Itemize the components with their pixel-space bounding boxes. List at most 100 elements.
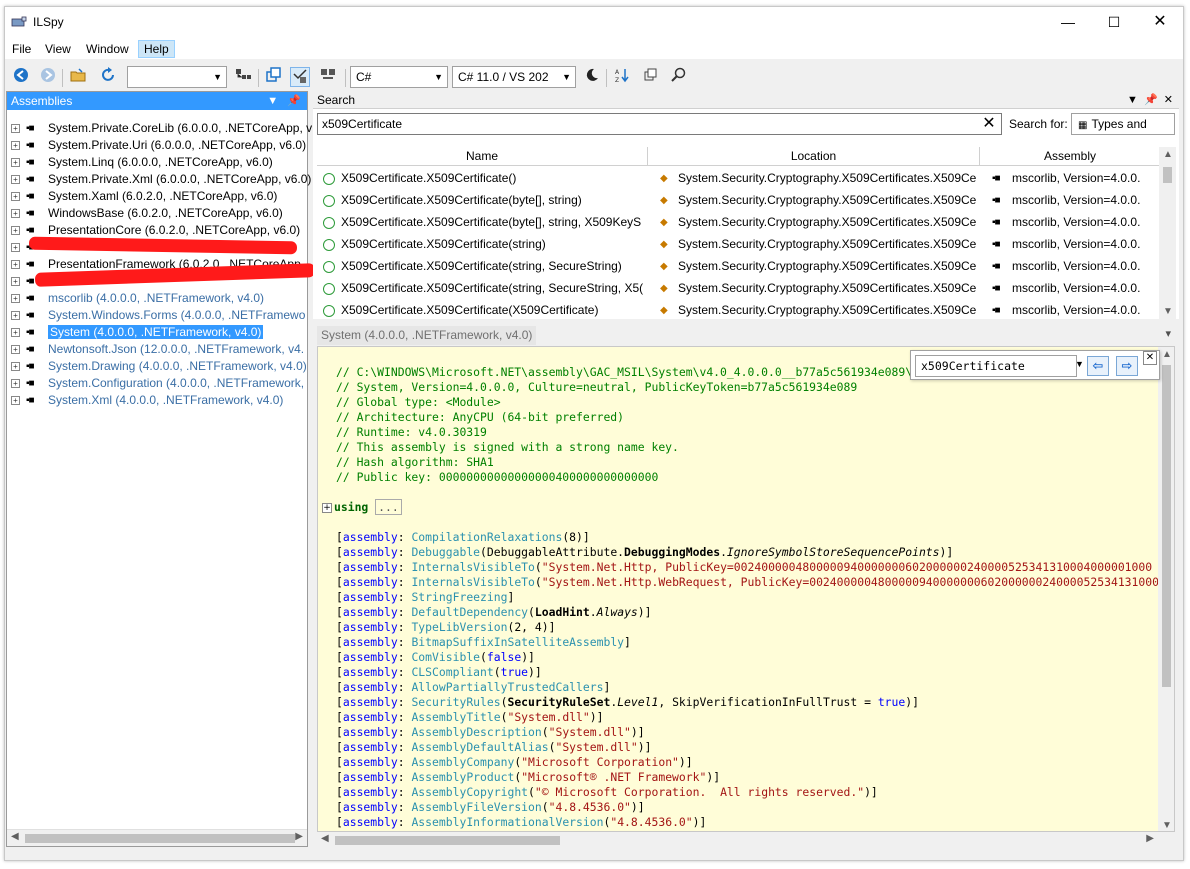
expand-icon[interactable]: + [11,226,20,236]
menu-view[interactable]: View [40,40,76,58]
open-icon[interactable] [69,67,89,87]
scroll-down-icon[interactable]: ▼ [1162,820,1172,831]
ilspy-app-icon [11,16,27,27]
expand-icon[interactable]: + [11,311,20,321]
result-row[interactable]: X509Certificate.X509Certificate() ◆ Syste… [317,167,1161,189]
scroll-down-icon[interactable]: ▼ [1163,306,1173,317]
search-input[interactable]: x509Certificate [317,113,1002,135]
result-row[interactable]: X509Certificate.X509Certificate(string, … [317,277,1161,299]
pane-menu-icon[interactable]: ▼ [1127,94,1138,106]
scroll-thumb[interactable] [1163,167,1172,183]
column-location[interactable]: Location [648,147,980,166]
result-row[interactable]: X509Certificate.X509Certificate(byte[], … [317,189,1161,211]
collapse-icon[interactable] [264,67,284,87]
assembly-item[interactable]: + ▪■ System.Private.Xml (6.0.0.0, .NETCore… [11,171,311,188]
search-mode-combo[interactable]: ▦ Types and [1071,113,1175,135]
manage-assemblies-icon[interactable] [641,67,661,87]
chevron-down-icon: ▼ [213,72,222,82]
expand-icon[interactable]: + [11,345,20,355]
pin-icon[interactable]: 📌 [1144,94,1158,106]
assembly-item[interactable]: + ▪■ System.Private.Uri (6.0.0.0, .NETCore… [11,137,306,154]
theme-icon[interactable] [582,67,602,87]
sort-icon[interactable]: AZ [612,67,632,87]
back-icon[interactable] [11,67,31,87]
expand-icon[interactable]: + [11,379,20,389]
show-all-members-icon[interactable] [290,67,310,87]
assembly-list-combo[interactable]: ▼ [127,66,227,88]
search-icon[interactable] [669,67,689,87]
reload-icon[interactable] [98,67,118,87]
close-icon[interactable]: ✕ [1143,351,1157,365]
menu-window[interactable]: Window [81,40,134,58]
scroll-thumb[interactable] [1162,365,1171,687]
expand-icon[interactable]: + [11,243,20,253]
maximize-button[interactable]: ☐ [1091,7,1137,37]
scroll-thumb[interactable] [335,836,560,845]
assembly-item[interactable]: + ▪■ mscorlib (4.0.0.0, .NETFramework, v4.… [11,290,264,307]
assembly-item-selected[interactable]: + ▪■ System (4.0.0.0, .NETFramework, v4.0) [11,324,264,341]
result-row[interactable]: X509Certificate.X509Certificate(byte[], … [317,211,1161,233]
menu-help[interactable]: Help [138,40,175,58]
assembly-item[interactable]: + ▪■ System.Drawing (4.0.0.0, .NETFramewor… [11,358,307,375]
expand-icon[interactable]: + [11,158,20,168]
forward-icon[interactable] [38,67,58,87]
expand-icon[interactable]: + [11,277,20,287]
expand-icon[interactable]: + [11,294,20,304]
language-version-combo[interactable]: C# 11.0 / VS 202 ▼ [452,66,576,88]
scroll-left-icon[interactable]: ◀ [11,831,19,842]
close-icon[interactable]: ✕ [1164,94,1173,106]
expand-icon[interactable]: + [11,260,20,270]
expand-region-icon[interactable]: + [322,503,332,513]
search-for-label: Search for: [1009,117,1068,131]
scroll-right-icon[interactable]: ▶ [1146,833,1154,844]
expand-icon[interactable]: + [11,141,20,151]
expand-icon[interactable]: + [11,175,20,185]
expand-icon[interactable]: + [11,192,20,202]
result-row[interactable]: X509Certificate.X509Certificate(string) … [317,233,1161,255]
expand-icon[interactable]: + [11,396,20,406]
expand-icon[interactable]: + [11,124,20,134]
expand-icon[interactable]: + [11,362,20,372]
code-vertical-scrollbar[interactable]: ▲ ▼ [1158,347,1174,831]
close-button[interactable]: ✕ [1137,7,1183,37]
assembly-item[interactable]: + ▪■ WindowsBase (6.0.2.0, .NETCoreApp, v6… [11,205,283,222]
assembly-item[interactable]: + ▪■ Newtonsoft.Json (12.0.0.0, .NETFramew… [11,341,304,358]
assembly-item[interactable]: + ▪■ System.Private.CoreLib (6.0.0.0, .NET… [11,120,312,137]
scroll-up-icon[interactable]: ▲ [1162,349,1172,360]
assembly-item[interactable]: + ▪■ System.Xml (4.0.0.0, .NETFramework, v… [11,392,283,409]
clear-search-icon[interactable]: ✕ [980,115,998,133]
result-row[interactable]: X509Certificate.X509Certificate(string, … [317,255,1161,277]
language-combo[interactable]: C# ▼ [350,66,448,88]
assemblies-pane-title: Assemblies [11,94,73,108]
decompiled-code-view[interactable]: // C:\WINDOWS\Microsoft.NET\assembly\GAC… [317,346,1175,832]
pin-icon[interactable]: 📌 [287,95,301,107]
results-vertical-scrollbar[interactable]: ▲ ▼ [1159,147,1176,319]
find-next-button[interactable]: ⇨ [1116,356,1138,376]
column-name[interactable]: Name [317,147,648,166]
assembly-item[interactable]: + ▪■ System.Linq (6.0.0.0, .NETCoreApp, v6… [11,154,273,171]
menu-file[interactable]: File [7,40,36,58]
result-row[interactable]: X509Certificate.X509Certificate(X509Cert… [317,299,1161,321]
pane-menu-icon[interactable]: ▼ [267,95,278,107]
add-assembly-icon[interactable] [233,67,253,87]
assembly-item[interactable]: + ▪■ System.Configuration (4.0.0.0, .NETFr… [11,375,304,392]
assembly-item[interactable]: + ▪■ System.Xaml (6.0.2.0, .NETCoreApp, v6… [11,188,277,205]
document-tab[interactable]: System (4.0.0.0, .NETFramework, v4.0) [317,326,537,345]
find-previous-button[interactable]: ⇦ [1087,356,1109,376]
scroll-right-icon[interactable]: ▶ [295,831,303,842]
scroll-left-icon[interactable]: ◀ [321,833,329,844]
chevron-down-icon[interactable]: ▼ [1075,359,1084,369]
code-horizontal-scrollbar[interactable]: ◀ ▶ [317,832,1158,849]
assembly-item[interactable]: + ▪■ System.Windows.Forms (4.0.0.0, .NETFr… [11,307,305,324]
scroll-up-icon[interactable]: ▲ [1163,149,1173,160]
tab-overflow-icon[interactable]: ▾ [1165,327,1171,340]
expand-icon[interactable]: + [11,328,20,338]
minimize-button[interactable]: — [1045,7,1091,37]
find-input[interactable]: x509Certificate [915,355,1077,377]
scroll-thumb[interactable] [25,834,295,843]
column-assembly[interactable]: Assembly [980,147,1161,166]
search-pane: Search ▼ 📌 ✕ x509Certificate ✕ Search fo… [313,91,1179,319]
show-api-only-icon[interactable] [318,67,338,87]
expand-icon[interactable]: + [11,209,20,219]
assemblies-horizontal-scrollbar[interactable]: ◀ ▶ [7,829,307,846]
